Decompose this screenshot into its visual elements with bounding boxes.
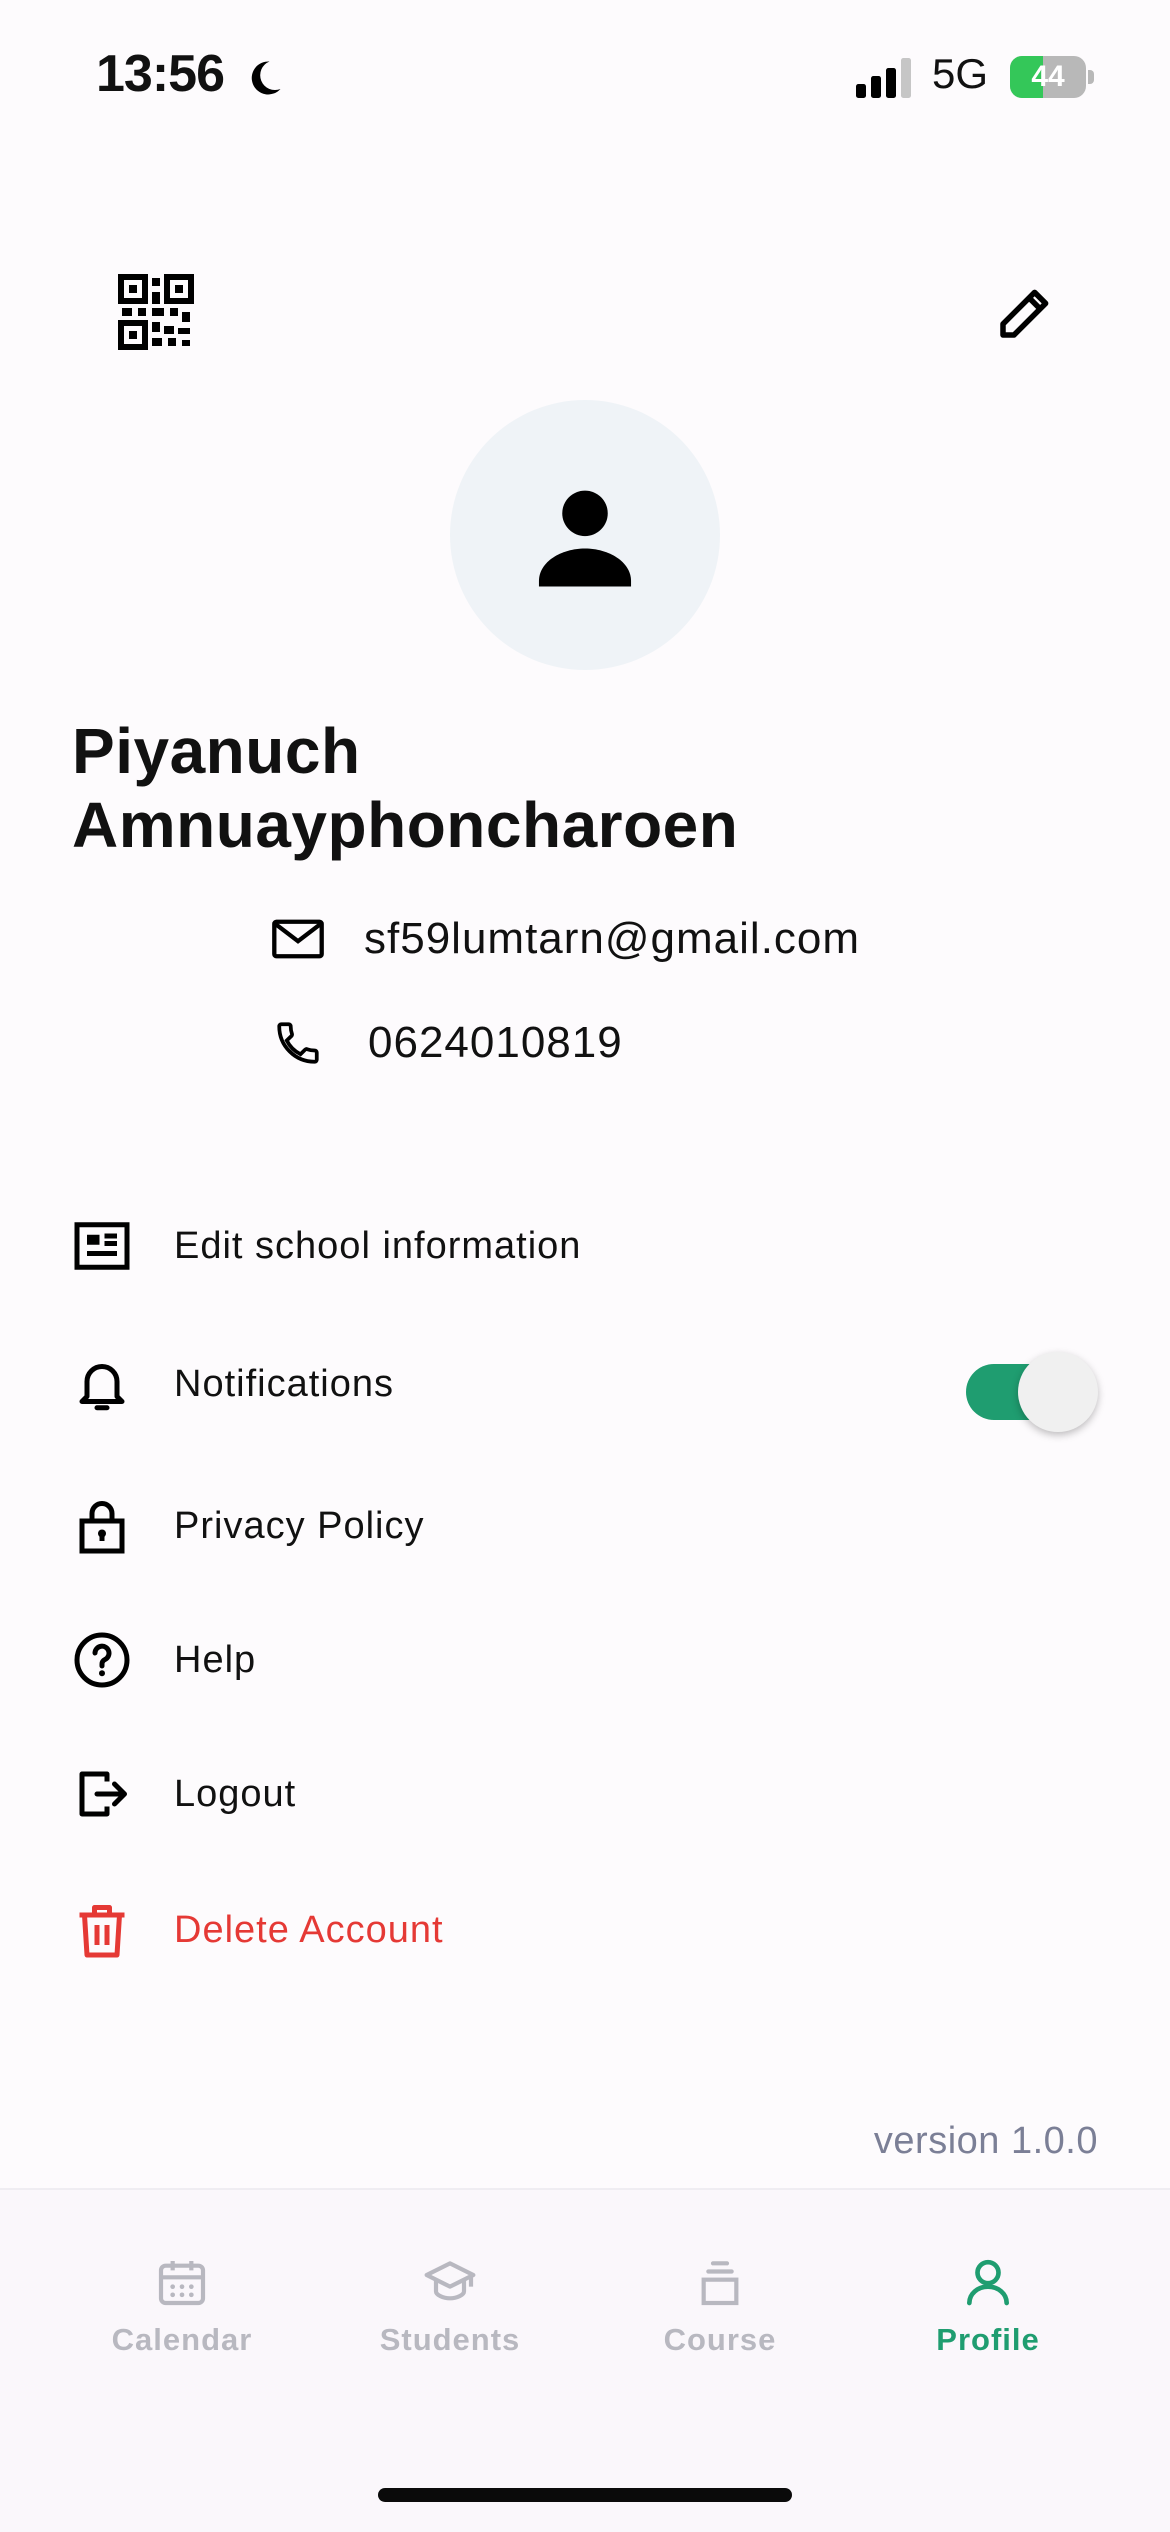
status-bar: 13:56 5G 44 [0, 0, 1170, 150]
phone-row: 0624010819 [270, 1008, 970, 1078]
pencil-icon[interactable] [992, 280, 1058, 346]
menu-label-delete-account: Delete Account [174, 1909, 444, 1951]
avatar[interactable] [450, 400, 720, 670]
profile-first-name: Piyanuch [72, 715, 361, 787]
tab-students[interactable]: Students [330, 2254, 570, 2374]
profile-last-name: Amnuayphoncharoen [72, 789, 739, 861]
moon-icon [251, 61, 281, 95]
phone-text: 0624010819 [368, 1018, 623, 1067]
menu-item-logout[interactable]: Logout [72, 1744, 1102, 1844]
tab-label-students: Students [379, 2322, 521, 2357]
home-indicator [378, 2488, 792, 2502]
email-text: sf59lumtarn@gmail.com [364, 914, 861, 963]
toggle-knob [1018, 1352, 1098, 1432]
battery-level: 44 [1031, 60, 1065, 93]
qr-code-icon[interactable] [118, 274, 194, 350]
mail-icon [272, 919, 324, 959]
person-icon [538, 490, 632, 587]
graduation-cap-icon [424, 2261, 476, 2301]
bottom-tab-bar: Calendar Students Course Profile [0, 2188, 1170, 2532]
status-time: 13:56 [96, 45, 225, 103]
profile-name: Piyanuch Amnuayphoncharoen [72, 714, 972, 862]
menu-label-help: Help [174, 1639, 257, 1681]
email-row: sf59lumtarn@gmail.com [270, 904, 970, 974]
menu-label-edit-school: Edit school information [174, 1225, 582, 1267]
menu-label-notifications: Notifications [174, 1363, 394, 1405]
menu-item-help[interactable]: Help [72, 1610, 1102, 1710]
tab-calendar[interactable]: Calendar [62, 2254, 302, 2374]
signal-icon [856, 58, 911, 98]
notifications-toggle[interactable] [966, 1344, 1098, 1432]
person-icon [967, 2259, 1009, 2306]
lock-icon [79, 1501, 125, 1554]
profile-screen: 13:56 5G 44 Piyanuch Amnuayphoncharoen s… [0, 0, 1170, 2532]
logout-icon [79, 1771, 127, 1817]
menu-label-privacy-policy: Privacy Policy [174, 1505, 425, 1547]
menu-item-notifications: Notifications [72, 1334, 1102, 1434]
battery-icon: 44 [1010, 56, 1094, 98]
tab-label-calendar: Calendar [111, 2322, 253, 2357]
menu-item-delete-account[interactable]: Delete Account [72, 1880, 1102, 1980]
tab-course[interactable]: Course [600, 2254, 840, 2374]
version-text: version 1.0.0 [873, 2120, 1098, 2162]
id-card-icon [74, 1222, 130, 1270]
trash-icon [79, 1905, 125, 1958]
menu-item-privacy-policy[interactable]: Privacy Policy [72, 1476, 1102, 1576]
phone-icon [277, 1022, 319, 1064]
calendar-icon [158, 2261, 206, 2306]
tab-label-profile: Profile [936, 2322, 1040, 2357]
bell-icon [79, 1364, 125, 1411]
network-type: 5G [932, 50, 989, 97]
help-circle-icon [74, 1632, 130, 1688]
tab-profile[interactable]: Profile [868, 2254, 1108, 2374]
tab-label-course: Course [663, 2322, 777, 2357]
menu-label-logout: Logout [174, 1773, 297, 1815]
stack-icon [701, 2261, 739, 2306]
menu-item-edit-school[interactable]: Edit school information [72, 1196, 1102, 1296]
